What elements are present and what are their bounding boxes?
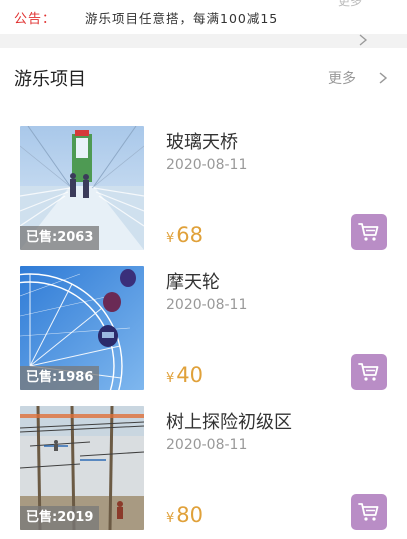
- price-value: 80: [176, 503, 204, 527]
- product-item[interactable]: 已售:2063 玻璃天桥 2020-08-11 ¥68: [0, 126, 407, 266]
- product-image[interactable]: 已售:1986: [20, 266, 144, 390]
- sold-count: 已售:2063: [20, 226, 100, 250]
- product-item[interactable]: 已售:2019 树上探险初级区 2020-08-11 ¥80: [0, 406, 407, 539]
- chevron-right-icon[interactable]: [377, 69, 389, 87]
- section-header: 游乐项目 更多: [0, 48, 407, 102]
- cart-icon: [358, 363, 379, 381]
- section-title: 游乐项目: [14, 69, 86, 90]
- sold-count: 已售:1986: [20, 366, 100, 390]
- sold-count: 已售:2019: [20, 506, 100, 530]
- price-value: 40: [176, 363, 204, 387]
- currency-symbol: ¥: [166, 231, 175, 246]
- notice-label: 公告：: [14, 12, 57, 27]
- product-image[interactable]: 已售:2063: [20, 126, 144, 250]
- product-date: 2020-08-11: [166, 297, 248, 313]
- product-price: ¥68: [166, 223, 203, 247]
- currency-symbol: ¥: [166, 371, 175, 386]
- section-divider: [0, 34, 407, 48]
- cart-icon: [358, 223, 379, 241]
- notice-bar[interactable]: 公告： 游乐项目任意搭，每满100减15 更多: [0, 0, 407, 34]
- price-value: 68: [176, 223, 204, 247]
- chevron-down-icon[interactable]: [356, 31, 370, 49]
- product-price: ¥80: [166, 503, 203, 527]
- cart-icon: [358, 503, 379, 521]
- notice-more-link[interactable]: 更多: [338, 0, 362, 9]
- product-name[interactable]: 摩天轮: [166, 268, 220, 294]
- notice-text[interactable]: 游乐项目任意搭，每满100减15: [85, 8, 278, 27]
- add-to-cart-button[interactable]: [351, 214, 387, 250]
- product-name[interactable]: 玻璃天桥: [166, 128, 238, 154]
- product-image[interactable]: 已售:2019: [20, 406, 144, 530]
- add-to-cart-button[interactable]: [351, 494, 387, 530]
- product-name[interactable]: 树上探险初级区: [166, 408, 292, 434]
- more-link[interactable]: 更多: [328, 68, 356, 88]
- add-to-cart-button[interactable]: [351, 354, 387, 390]
- product-item[interactable]: 已售:1986 摩天轮 2020-08-11 ¥40: [0, 266, 407, 406]
- currency-symbol: ¥: [166, 511, 175, 526]
- product-date: 2020-08-11: [166, 157, 248, 173]
- product-price: ¥40: [166, 363, 203, 387]
- product-date: 2020-08-11: [166, 437, 248, 453]
